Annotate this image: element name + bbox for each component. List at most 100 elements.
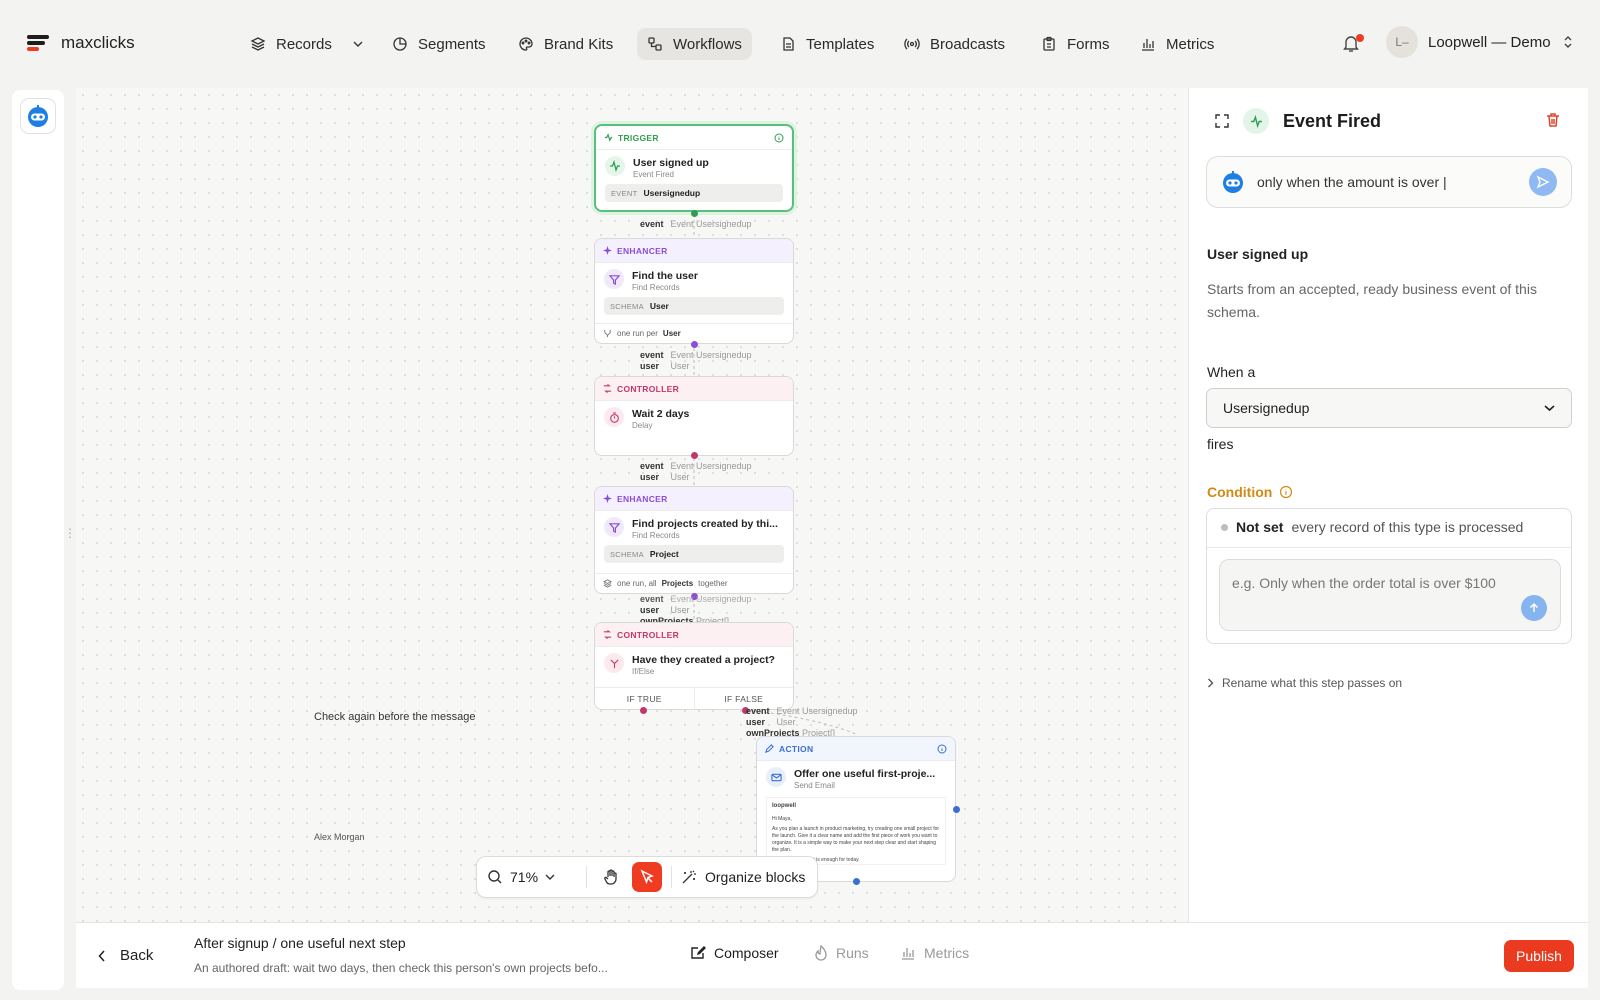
nav-templates[interactable]: Templates bbox=[770, 28, 884, 60]
cursor-icon bbox=[640, 869, 654, 885]
event-select-value: Usersignedup bbox=[1223, 400, 1310, 416]
node-type: TRIGGER bbox=[618, 132, 659, 143]
enhancer-node-find-user[interactable]: ENHANCER Find the user Find Records SCHE… bbox=[594, 238, 794, 344]
condition-submit-button[interactable] bbox=[1521, 595, 1547, 621]
enhancer-node-find-projects[interactable]: ENHANCER Find projects created by thi...… bbox=[594, 486, 794, 594]
not-set-description: every record of this type is processed bbox=[1291, 519, 1524, 535]
canvas-note[interactable]: Check again before the message bbox=[314, 711, 475, 723]
robot-icon bbox=[28, 105, 48, 127]
stack-icon bbox=[603, 579, 612, 588]
output-port[interactable] bbox=[691, 210, 698, 217]
chevron-updown-icon bbox=[1564, 36, 1572, 48]
pan-tool-button[interactable] bbox=[596, 862, 626, 892]
nav-broadcasts[interactable]: Broadcasts bbox=[894, 28, 1015, 60]
workflow-canvas[interactable]: TRIGGER User signed up Event Fired EVENT… bbox=[76, 88, 1188, 922]
workflow-title[interactable]: After signup / one useful next step bbox=[194, 935, 406, 951]
back-label: Back bbox=[120, 947, 154, 964]
publish-button[interactable]: Publish bbox=[1504, 940, 1574, 972]
organize-blocks-button[interactable]: Organize blocks bbox=[681, 869, 805, 885]
node-subtitle: Event Fired bbox=[633, 170, 674, 179]
not-set-label: Not set bbox=[1236, 519, 1284, 535]
document-icon bbox=[783, 37, 794, 51]
email-brand: loopwell bbox=[772, 803, 796, 809]
filter-icon bbox=[604, 269, 624, 289]
node-type: ENHANCER bbox=[617, 245, 668, 256]
info-icon[interactable] bbox=[1279, 485, 1293, 499]
tab-label: Runs bbox=[836, 945, 869, 961]
expand-icon[interactable] bbox=[1215, 114, 1229, 128]
node-title: User signed up bbox=[633, 157, 709, 169]
condition-box: Not set every record of this type is pro… bbox=[1206, 508, 1572, 644]
rename-outputs-toggle[interactable]: Rename what this step passes on bbox=[1207, 676, 1402, 690]
account-switcher[interactable]: L– Loopwell — Demo bbox=[1386, 26, 1575, 58]
tab-composer[interactable]: Composer bbox=[690, 945, 779, 961]
branch-true[interactable]: IF TRUE bbox=[595, 688, 694, 709]
section-description: Starts from an accepted, ready business … bbox=[1207, 281, 1537, 320]
output-port[interactable] bbox=[691, 452, 698, 459]
event-select[interactable]: Usersignedup bbox=[1206, 388, 1572, 428]
note-author: Alex Morgan bbox=[314, 832, 365, 842]
delete-step-button[interactable] bbox=[1545, 112, 1561, 128]
chevron-right-icon bbox=[1208, 678, 1214, 688]
email-body: As you plan a launch in product marketin… bbox=[772, 826, 940, 853]
palette-icon bbox=[519, 37, 533, 51]
chevron-down-icon bbox=[1544, 405, 1555, 412]
select-tool-button[interactable] bbox=[632, 862, 662, 892]
condition-input[interactable]: e.g. Only when the order total is over $… bbox=[1219, 559, 1561, 631]
node-subtitle: Delay bbox=[632, 421, 653, 430]
output-port[interactable] bbox=[691, 341, 698, 348]
notification-badge bbox=[1356, 34, 1364, 42]
nav-label: Brand Kits bbox=[544, 35, 614, 53]
node-title: Find the user bbox=[632, 270, 698, 282]
chevron-left-icon bbox=[98, 949, 105, 962]
pill-value: Project bbox=[649, 549, 679, 559]
arrow-up-icon bbox=[1529, 602, 1539, 612]
node-type: CONTROLLER bbox=[617, 629, 680, 640]
workflow-icon bbox=[648, 37, 662, 51]
flow-label: event Event Usersignedup bbox=[640, 350, 752, 360]
nav-metrics[interactable]: Metrics bbox=[1130, 28, 1224, 60]
nav-label: Workflows bbox=[673, 35, 742, 53]
trigger-node[interactable]: TRIGGER User signed up Event Fired EVENT… bbox=[594, 124, 794, 212]
side-port[interactable] bbox=[953, 806, 960, 813]
info-icon[interactable] bbox=[774, 133, 784, 143]
nav-records[interactable]: Records bbox=[240, 28, 374, 60]
tab-runs[interactable]: Runs bbox=[814, 945, 869, 961]
node-subtitle: Find Records bbox=[632, 531, 680, 540]
nav-brand-kits[interactable]: Brand Kits bbox=[508, 28, 623, 60]
hand-icon bbox=[604, 869, 617, 885]
branch-icon bbox=[603, 630, 612, 639]
true-port[interactable] bbox=[640, 707, 647, 714]
fork-icon bbox=[604, 329, 611, 338]
nav-forms[interactable]: Forms bbox=[1031, 28, 1120, 60]
nav-workflows[interactable]: Workflows bbox=[637, 28, 752, 60]
when-label: When a bbox=[1207, 364, 1256, 380]
info-icon[interactable] bbox=[937, 744, 947, 754]
controller-node-wait[interactable]: CONTROLLER Wait 2 days Delay bbox=[594, 376, 794, 456]
nav-segments[interactable]: Segments bbox=[382, 28, 496, 60]
layers-icon bbox=[250, 37, 266, 51]
ai-command-input[interactable]: only when the amount is over | bbox=[1206, 156, 1572, 208]
back-button[interactable]: Back bbox=[98, 947, 153, 964]
controller-node-if-else[interactable]: CONTROLLER Have they created a project? … bbox=[594, 622, 794, 710]
zoom-control[interactable]: 71% bbox=[487, 869, 577, 885]
pie-icon bbox=[393, 37, 407, 51]
node-footer: one run, all Projects together bbox=[595, 573, 793, 593]
sparkle-icon bbox=[603, 494, 612, 503]
tab-metrics[interactable]: Metrics bbox=[900, 945, 969, 961]
assistant-button[interactable] bbox=[20, 98, 56, 134]
app-logo[interactable]: maxclicks bbox=[27, 33, 135, 53]
email-preview: loopwell Hi Maya, As you plan a launch i… bbox=[766, 797, 946, 865]
node-pill: SCHEMA Project bbox=[604, 545, 784, 563]
send-button[interactable] bbox=[1529, 168, 1557, 196]
magic-wand-icon bbox=[682, 870, 696, 884]
nav-label: Broadcasts bbox=[930, 35, 1006, 53]
zoom-level: 71% bbox=[510, 869, 539, 885]
flow-label: event Event Usersignedup bbox=[640, 594, 752, 604]
search-icon bbox=[488, 870, 502, 884]
bar-chart-icon bbox=[902, 948, 914, 960]
output-port[interactable] bbox=[853, 878, 860, 885]
organize-label: Organize blocks bbox=[705, 869, 806, 885]
flow-label: event Event Usersignedup bbox=[640, 461, 752, 471]
nav-label: Forms bbox=[1067, 35, 1110, 53]
